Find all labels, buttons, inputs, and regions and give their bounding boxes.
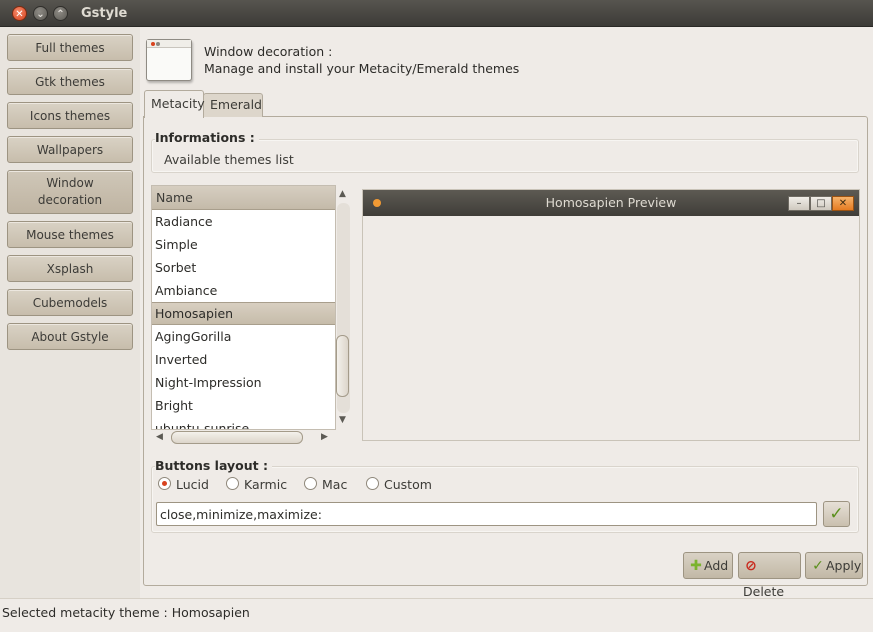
preview-minimize-icon: – bbox=[788, 196, 810, 211]
apply-icon: ✓ bbox=[812, 558, 824, 574]
scroll-up-icon[interactable]: ▲ bbox=[339, 189, 346, 199]
radio-custom[interactable] bbox=[366, 477, 379, 490]
radio-label-lucid[interactable]: Lucid bbox=[176, 477, 209, 492]
sidebar-item-icons-themes[interactable]: Icons themes bbox=[7, 102, 133, 129]
scroll-left-icon[interactable]: ◀ bbox=[156, 432, 163, 442]
list-item[interactable]: Radiance bbox=[152, 210, 335, 233]
add-label: Add bbox=[704, 558, 729, 573]
horizontal-scrollbar[interactable]: ◀ ▶ bbox=[151, 430, 336, 445]
radio-label-custom[interactable]: Custom bbox=[384, 477, 432, 492]
list-item[interactable]: Bright bbox=[152, 394, 335, 417]
list-item[interactable]: Ambiance bbox=[152, 279, 335, 302]
page-description: Manage and install your Metacity/Emerald… bbox=[204, 61, 520, 76]
list-item[interactable]: Simple bbox=[152, 233, 335, 256]
maximize-window-icon[interactable]: ⌃ bbox=[53, 6, 68, 21]
sidebar-item-label: Window bbox=[46, 176, 94, 190]
radio-karmic[interactable] bbox=[226, 477, 239, 490]
list-item[interactable]: Sorbet bbox=[152, 256, 335, 279]
list-item-selected[interactable]: Homosapien bbox=[152, 302, 335, 325]
window-title: Gstyle bbox=[81, 6, 128, 21]
radio-label-mac[interactable]: Mac bbox=[322, 477, 347, 492]
sidebar-item-window-decoration[interactable]: Window decoration bbox=[7, 170, 133, 214]
scroll-thumb[interactable] bbox=[171, 431, 303, 444]
title-bar: ✕ ⌄ ⌃ Gstyle bbox=[0, 0, 873, 27]
informations-title: Informations : bbox=[155, 130, 259, 145]
window-menu-icon bbox=[373, 199, 381, 207]
apply-label: Apply bbox=[826, 558, 862, 573]
delete-label: Delete bbox=[743, 584, 785, 599]
add-icon: ✚ bbox=[690, 558, 702, 574]
sidebar-item-mouse-themes[interactable]: Mouse themes bbox=[7, 221, 133, 248]
status-divider bbox=[0, 598, 873, 599]
status-bar-text: Selected metacity theme : Homosapien bbox=[2, 605, 250, 620]
theme-list[interactable]: Name Radiance Simple Sorbet Ambiance Hom… bbox=[151, 185, 336, 430]
delete-icon: ⊘ bbox=[745, 558, 757, 574]
list-item[interactable]: Inverted bbox=[152, 348, 335, 371]
scroll-thumb[interactable] bbox=[336, 335, 349, 397]
sidebar-item-about-gstyle[interactable]: About Gstyle bbox=[7, 323, 133, 350]
apply-layout-button[interactable]: ✓ bbox=[823, 501, 850, 527]
list-item[interactable]: ubuntu-sunrise bbox=[152, 417, 335, 429]
preview-title: Homosapien Preview bbox=[545, 195, 677, 210]
minimize-window-icon[interactable]: ⌄ bbox=[33, 6, 48, 21]
scroll-down-icon[interactable]: ▼ bbox=[339, 415, 346, 425]
checkmark-icon: ✓ bbox=[829, 504, 844, 524]
apply-button[interactable]: ✓ Apply bbox=[805, 552, 863, 579]
add-button[interactable]: ✚ Add bbox=[683, 552, 733, 579]
radio-lucid[interactable] bbox=[158, 477, 171, 490]
tab-metacity[interactable]: Metacity bbox=[144, 90, 205, 118]
informations-text: Available themes list bbox=[164, 152, 294, 167]
scroll-right-icon[interactable]: ▶ bbox=[321, 432, 328, 442]
preview-titlebar: Homosapien Preview – □ ✕ bbox=[363, 190, 859, 216]
column-header-name[interactable]: Name bbox=[152, 186, 335, 210]
radio-label-karmic[interactable]: Karmic bbox=[244, 477, 287, 492]
tab-emerald[interactable]: Emerald bbox=[203, 93, 263, 117]
buttons-layout-input[interactable] bbox=[156, 502, 817, 526]
list-item[interactable]: AgingGorilla bbox=[152, 325, 335, 348]
sidebar-item-xsplash[interactable]: Xsplash bbox=[7, 255, 133, 282]
sidebar-item-label: decoration bbox=[37, 193, 103, 207]
delete-button[interactable]: ⊘ Delete bbox=[738, 552, 801, 599]
sidebar-item-gtk-themes[interactable]: Gtk themes bbox=[7, 68, 133, 95]
list-item[interactable]: Night-Impression bbox=[152, 371, 335, 394]
preview-close-icon: ✕ bbox=[832, 196, 854, 211]
preview-maximize-icon: □ bbox=[810, 196, 832, 211]
sidebar-item-cubemodels[interactable]: Cubemodels bbox=[7, 289, 133, 316]
sidebar-item-full-themes[interactable]: Full themes bbox=[7, 34, 133, 61]
buttons-layout-title: Buttons layout : bbox=[155, 458, 272, 473]
window-icon bbox=[146, 39, 192, 81]
vertical-scrollbar[interactable]: ▲ ▼ bbox=[336, 185, 351, 430]
theme-preview: Homosapien Preview – □ ✕ bbox=[362, 189, 860, 441]
close-window-icon[interactable]: ✕ bbox=[12, 6, 27, 21]
radio-mac[interactable] bbox=[304, 477, 317, 490]
page-title: Window decoration : bbox=[204, 44, 333, 59]
sidebar-item-wallpapers[interactable]: Wallpapers bbox=[7, 136, 133, 163]
